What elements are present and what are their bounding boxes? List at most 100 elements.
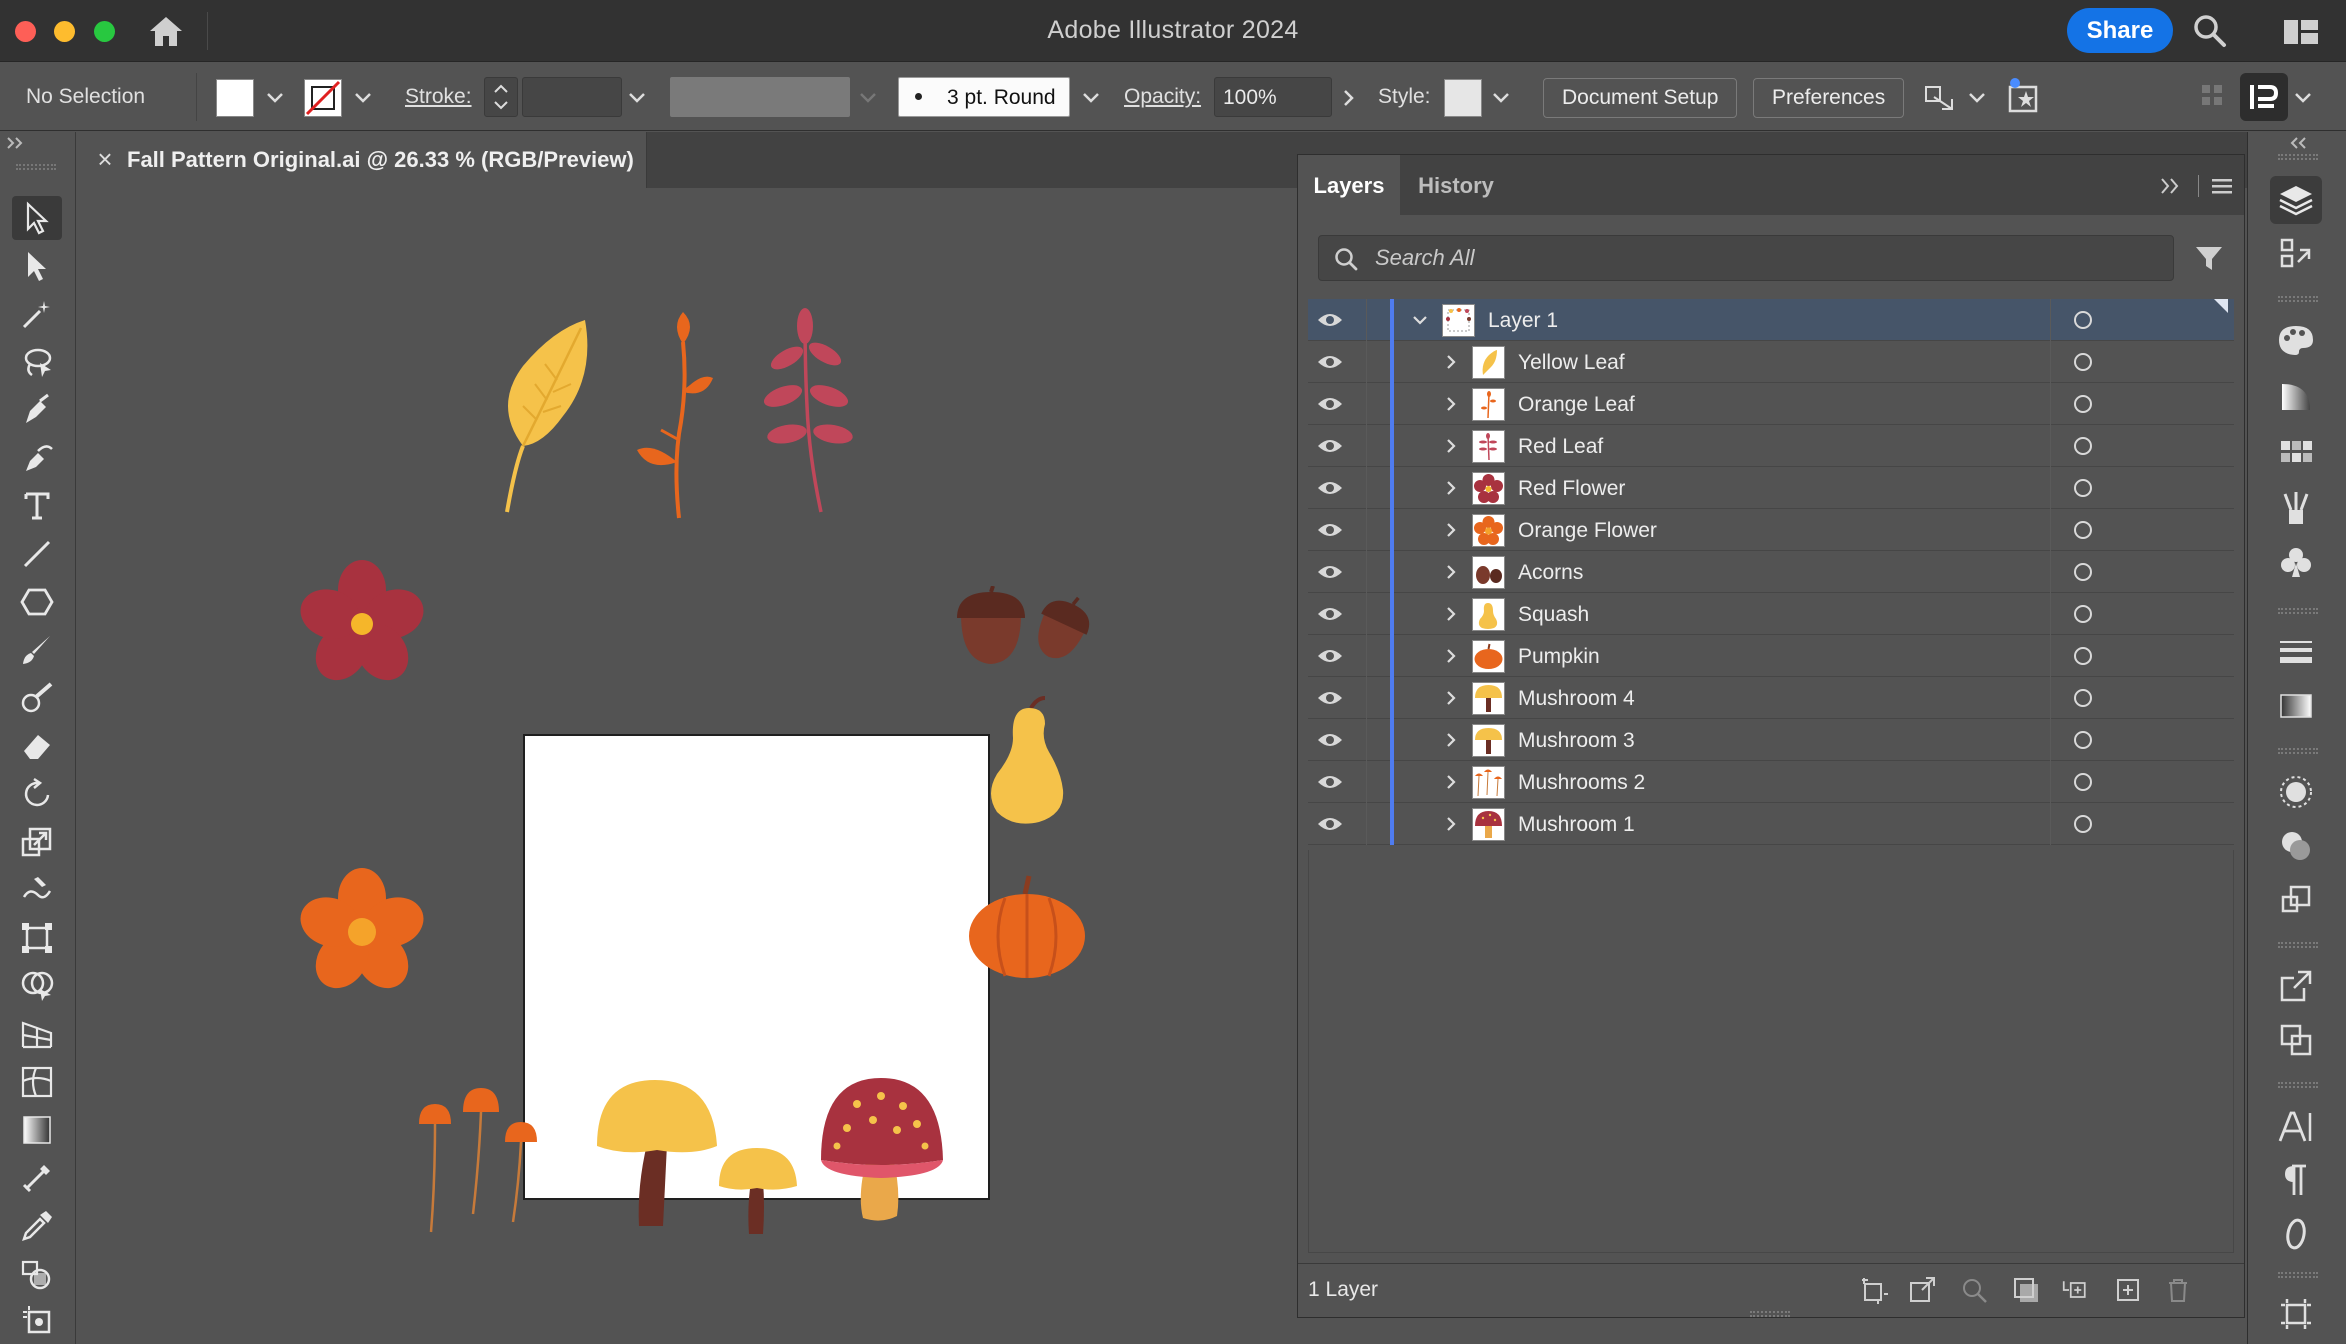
layer-target-circle[interactable] — [2074, 521, 2092, 539]
style-chevron-down-icon[interactable] — [1488, 83, 1514, 113]
opacity-chevron-right-icon[interactable] — [1336, 83, 1362, 113]
visibility-eye-icon[interactable] — [1317, 310, 1343, 330]
layer-target-circle[interactable] — [2074, 689, 2092, 707]
mesh-tool-icon[interactable] — [12, 1060, 62, 1104]
layer-target-circle[interactable] — [2074, 563, 2092, 581]
delete-layer-trash-icon[interactable] — [2164, 1276, 2192, 1304]
yellow-leaf-artwork[interactable] — [493, 316, 593, 516]
layer-target-circle[interactable] — [2074, 647, 2092, 665]
paragraph-panel-icon[interactable] — [2270, 1156, 2322, 1204]
chevron-right-icon[interactable] — [1441, 562, 1461, 582]
visibility-eye-icon[interactable] — [1317, 436, 1343, 456]
create-sublayer-icon[interactable] — [2062, 1276, 2090, 1304]
mushrooms-2-artwork[interactable] — [413, 1082, 549, 1234]
chevron-right-icon[interactable] — [1441, 520, 1461, 540]
layer-target-circle[interactable] — [2074, 815, 2092, 833]
tab-layers[interactable]: Layers — [1298, 155, 1400, 215]
collect-for-export-icon[interactable] — [1860, 1276, 1888, 1304]
create-new-layer-icon[interactable] — [2114, 1276, 2142, 1304]
artboards-panel-icon[interactable] — [2270, 1290, 2322, 1338]
gradient-panel-icon[interactable] — [2270, 682, 2322, 730]
warp-tool-icon[interactable] — [12, 868, 62, 912]
document-setup-button[interactable]: Document Setup — [1543, 78, 1738, 118]
profile-chevron-down-icon[interactable] — [855, 83, 881, 113]
layer-name[interactable]: Red Leaf — [1518, 435, 1603, 459]
stroke-weight-chevron-down-icon[interactable] — [624, 83, 650, 113]
expand-dock-icon[interactable] — [2288, 136, 2308, 150]
visibility-eye-icon[interactable] — [1317, 646, 1343, 666]
chevron-right-icon[interactable] — [1441, 688, 1461, 708]
layer-name[interactable]: Red Flower — [1518, 477, 1625, 501]
scale-tool-icon[interactable] — [12, 820, 62, 864]
layer-name[interactable]: Squash — [1518, 603, 1589, 627]
visibility-eye-icon[interactable] — [1317, 688, 1343, 708]
layer-row-mushroom-1[interactable]: Mushroom 1 — [1308, 803, 2234, 845]
layer-name[interactable]: Orange Flower — [1518, 519, 1657, 543]
layer-row-orange-leaf[interactable]: Orange Leaf — [1308, 383, 2234, 425]
stroke-swatch-chevron-down-icon[interactable] — [350, 83, 376, 113]
appearance-icon[interactable] — [2270, 768, 2322, 816]
color-palette-icon[interactable] — [2270, 316, 2322, 364]
export-panel-icon[interactable] — [2270, 962, 2322, 1010]
stroke-weight-field[interactable] — [522, 77, 622, 117]
opacity-label[interactable]: Opacity: — [1124, 85, 1201, 109]
layer-name[interactable]: Orange Leaf — [1518, 393, 1635, 417]
visibility-eye-icon[interactable] — [1317, 520, 1343, 540]
discover-icon[interactable] — [2006, 77, 2044, 115]
stroke-swatch[interactable] — [304, 79, 342, 117]
layer-row-acorns[interactable]: Acorns — [1308, 551, 2234, 593]
layer-name[interactable]: Pumpkin — [1518, 645, 1600, 669]
layer-row-layer-1[interactable]: Layer 1 — [1308, 299, 2234, 341]
visibility-eye-icon[interactable] — [1317, 772, 1343, 792]
dock-grip[interactable] — [2278, 1272, 2318, 1278]
export-icon[interactable] — [1908, 1276, 1936, 1304]
layer-row-mushroom-3[interactable]: Mushroom 3 — [1308, 719, 2234, 761]
collapse-toolbar-icon[interactable] — [6, 136, 26, 150]
visibility-eye-icon[interactable] — [1317, 562, 1343, 582]
dock-grip[interactable] — [2278, 154, 2318, 160]
mushroom-3-artwork[interactable] — [717, 1146, 799, 1236]
layer-target-circle[interactable] — [2074, 731, 2092, 749]
layer-row-orange-flower[interactable]: Orange Flower — [1308, 509, 2234, 551]
lasso-tool-icon[interactable] — [12, 340, 62, 384]
chevron-down-icon[interactable] — [1410, 310, 1430, 330]
home-icon[interactable] — [148, 14, 184, 48]
paintbrush-tool-icon[interactable] — [12, 628, 62, 672]
layer-target-circle[interactable] — [2074, 773, 2092, 791]
layer-row-squash[interactable]: Squash — [1308, 593, 2234, 635]
visibility-eye-icon[interactable] — [1317, 604, 1343, 624]
eraser-tool-icon[interactable] — [12, 724, 62, 768]
panel-grid-icon[interactable] — [2200, 81, 2224, 111]
swatches-icon[interactable] — [2270, 428, 2322, 476]
layer-name[interactable]: Mushrooms 2 — [1518, 771, 1645, 795]
layer-row-yellow-leaf[interactable]: Yellow Leaf — [1308, 341, 2234, 383]
layer-row-red-leaf[interactable]: Red Leaf — [1308, 425, 2234, 467]
layer-row-red-flower[interactable]: Red Flower — [1308, 467, 2234, 509]
chevron-right-icon[interactable] — [1441, 394, 1461, 414]
chevron-right-icon[interactable] — [1441, 646, 1461, 666]
rotate-tool-icon[interactable] — [12, 772, 62, 816]
chevron-right-icon[interactable] — [1441, 604, 1461, 624]
symbols-icon[interactable] — [2270, 538, 2322, 586]
perspective-grid-tool-icon[interactable] — [12, 1012, 62, 1056]
layer-target-circle[interactable] — [2074, 605, 2092, 623]
layer-row-mushrooms-2[interactable]: Mushrooms 2 — [1308, 761, 2234, 803]
selection-tool-icon[interactable] — [12, 196, 62, 240]
layer-name[interactable]: Yellow Leaf — [1518, 351, 1625, 375]
dock-grip[interactable] — [2278, 942, 2318, 948]
fill-swatch[interactable] — [216, 79, 254, 117]
panel-menu-icon[interactable] — [2210, 177, 2234, 195]
mushroom-1-artwork[interactable] — [817, 1074, 947, 1226]
visibility-eye-icon[interactable] — [1317, 478, 1343, 498]
orange-leaf-artwork[interactable] — [631, 312, 721, 522]
shape-builder-tool-icon[interactable] — [12, 964, 62, 1008]
tab-history[interactable]: History — [1400, 155, 1512, 215]
layer-name[interactable]: Mushroom 4 — [1518, 687, 1635, 711]
collapse-panel-icon[interactable] — [2160, 177, 2182, 195]
squash-artwork[interactable] — [983, 694, 1075, 826]
graphic-styles-icon[interactable] — [2270, 822, 2322, 870]
direct-selection-tool-icon[interactable] — [12, 244, 62, 288]
mushroom-4-artwork[interactable] — [593, 1076, 723, 1232]
pathfinder-icon[interactable] — [2270, 1016, 2322, 1064]
pen-tool-icon[interactable] — [12, 388, 62, 432]
